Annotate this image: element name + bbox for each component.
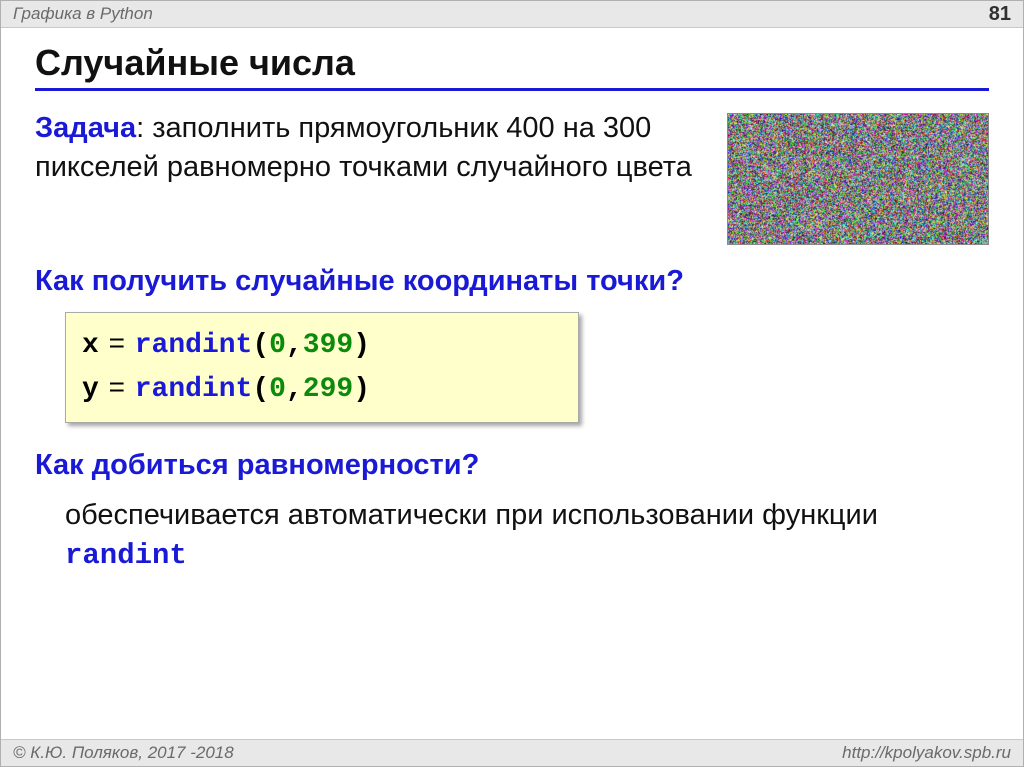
answer-fn: randint xyxy=(65,539,187,572)
question-coordinates: Как получить случайные координаты точки? xyxy=(35,265,989,298)
header-bar: Графика в Python 81 xyxy=(1,1,1023,28)
code-var: y xyxy=(82,374,99,405)
code-num-b: 299 xyxy=(303,374,353,405)
code-eq: = xyxy=(99,327,135,358)
random-noise-image xyxy=(727,113,989,245)
code-close: ) xyxy=(353,330,370,361)
question-uniformity: Как добиться равномерности? xyxy=(35,449,989,482)
answer-pre: обеспечивается автоматически при использ… xyxy=(65,499,878,531)
header-title: Графика в Python xyxy=(13,4,153,24)
code-fn: randint xyxy=(135,374,253,405)
code-comma: , xyxy=(286,330,303,361)
code-line-2: y = randint(0,299) xyxy=(82,367,562,411)
content-area: Случайные числа Задача: заполнить прямоу… xyxy=(1,28,1023,575)
code-eq: = xyxy=(99,371,135,402)
page-number: 81 xyxy=(989,3,1011,26)
footer-copyright: © К.Ю. Поляков, 2017 -2018 xyxy=(13,743,234,763)
task-label: Задача xyxy=(35,112,136,144)
code-open: ( xyxy=(252,330,269,361)
code-open: ( xyxy=(252,374,269,405)
heading-rule xyxy=(35,88,989,91)
code-comma: , xyxy=(286,374,303,405)
footer-url: http://kpolyakov.spb.ru xyxy=(842,743,1011,763)
code-fn: randint xyxy=(135,330,253,361)
code-close: ) xyxy=(353,374,370,405)
answer-text: обеспечивается автоматически при использ… xyxy=(35,496,989,575)
code-num-a: 0 xyxy=(269,330,286,361)
code-num-b: 399 xyxy=(303,330,353,361)
code-line-1: x = randint(0,399) xyxy=(82,323,562,367)
code-box: x = randint(0,399) y = randint(0,299) xyxy=(65,312,579,423)
task-text: Задача: заполнить прямоугольник 400 на 3… xyxy=(35,109,703,187)
code-var: x xyxy=(82,330,99,361)
footer-bar: © К.Ю. Поляков, 2017 -2018 http://kpolya… xyxy=(1,739,1023,766)
code-num-a: 0 xyxy=(269,374,286,405)
slide-heading: Случайные числа xyxy=(35,42,989,84)
slide: Графика в Python 81 Случайные числа Зада… xyxy=(0,0,1024,767)
task-row: Задача: заполнить прямоугольник 400 на 3… xyxy=(35,109,989,245)
